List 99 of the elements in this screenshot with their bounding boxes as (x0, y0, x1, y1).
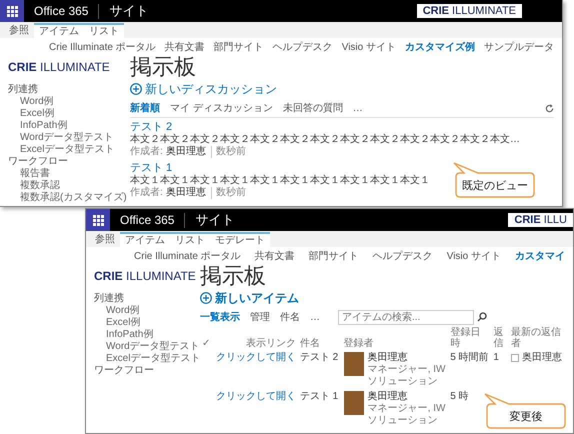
site-logo: CRIE ILLUMINATE (94, 269, 197, 283)
author-label: 作成者: (130, 187, 163, 199)
refresh-icon[interactable] (545, 104, 554, 112)
nav-link[interactable]: InfoPath例 (94, 329, 154, 341)
nav-link[interactable]: Excelデータ型テスト (8, 144, 114, 156)
post-body: 本文１本文１本文１本文１本文１本文１本文１本文１本文１本文１ (130, 175, 430, 186)
view-tab[interactable]: 新着順 (130, 101, 160, 115)
nav-link[interactable]: ヘルプデスク (372, 250, 433, 263)
new-item-label: 新しいアイテム (215, 291, 299, 305)
site-name: サイト (195, 211, 234, 229)
nav-link[interactable]: 報告書 (8, 168, 50, 180)
search-field[interactable]: アイテムの検索... (338, 310, 474, 324)
more-button[interactable]: … (310, 312, 320, 322)
author-name: 奥田理恵 (368, 352, 409, 364)
nav-link[interactable]: Word例 (8, 96, 54, 108)
nav-heading-link[interactable]: 列連携 (8, 84, 38, 96)
table-cell-text: テスト 2 (298, 351, 340, 365)
nav-heading-link[interactable]: ワークフロー (8, 156, 68, 168)
brand-logo: CRIE ILLU (508, 213, 573, 227)
author-label: 作成者: (130, 146, 163, 158)
author-name: 奥田理恵 (166, 146, 206, 158)
view-tab[interactable]: マイ ディスカッション (170, 101, 273, 115)
nav-heading-link[interactable]: ワークフロー (94, 365, 154, 377)
page-title: 掲示板 (200, 263, 267, 289)
nav-link[interactable]: 複数承認(カスタマイズ) (8, 192, 127, 204)
table-cell-text: テスト 1 (298, 390, 340, 404)
column-header[interactable]: 登録者 (342, 327, 448, 350)
author-role: マネージャー, IWソリューション (368, 403, 446, 427)
view-tab[interactable]: 未回答の質問 (282, 101, 343, 115)
view-tab[interactable]: 一覧表示 (200, 310, 240, 324)
nav-link[interactable]: 共有文書 (254, 250, 295, 263)
table-cell: 5 時間前 (450, 352, 489, 363)
ribbon-tab[interactable]: 参照 (90, 233, 120, 247)
ribbon-tab[interactable]: リスト (84, 23, 124, 38)
column-header[interactable]: ✓ (200, 327, 214, 350)
app-launcher-button[interactable] (0, 0, 24, 22)
table-cell: 1 (493, 352, 499, 363)
brand-logo: CRIE ILLUMINATE (416, 4, 522, 18)
callout-label: 既定のビュー (452, 162, 536, 198)
post-time: 数秒前 (210, 146, 246, 158)
app-name: Office 365 (120, 213, 174, 227)
open-link[interactable]: クリックして開く (216, 352, 296, 363)
column-header[interactable]: 表示リンク (214, 327, 298, 350)
ribbon-tab[interactable]: アイテム (120, 232, 170, 247)
nav-link[interactable]: Excel例 (8, 108, 54, 120)
ribbon-tab[interactable]: リスト (170, 232, 210, 247)
nav-link[interactable]: Word例 (94, 305, 140, 317)
post-time: 数秒前 (210, 187, 246, 199)
nav-link[interactable]: 部門サイト (214, 41, 264, 54)
more-button[interactable]: … (352, 102, 363, 114)
app-name: Office 365 (34, 4, 88, 18)
nav-link[interactable]: Excel例 (94, 317, 140, 329)
nav-link[interactable]: Wordデータ型テスト (94, 341, 200, 353)
nav-link[interactable]: 共有文書 (164, 41, 205, 54)
nav-link[interactable]: Crie Illuminate ポータル (134, 250, 241, 263)
view-tab[interactable]: 件名 (280, 310, 300, 324)
nav-link[interactable]: 部門サイト (308, 250, 359, 263)
column-header[interactable]: 件名 (298, 327, 342, 350)
callout-label: 変更後 (483, 393, 567, 429)
nav-link[interactable]: サンプルデータ (484, 41, 554, 54)
nav-link[interactable]: Visio サイト (446, 250, 501, 263)
nav-link[interactable]: Wordデータ型テスト (8, 132, 114, 144)
grid-icon (6, 6, 18, 16)
nav-link[interactable]: 複数承認 (8, 180, 60, 192)
site-logo: CRIE ILLUMINATE (8, 60, 111, 74)
nav-link[interactable]: Crie Illuminate ポータル (49, 41, 156, 54)
table-cell: 5 時 (450, 391, 469, 402)
column-header[interactable]: 最新の返信者 (509, 327, 565, 350)
plus-circle-icon (200, 292, 212, 304)
author-name: 奥田理恵 (166, 187, 206, 199)
column-header[interactable]: 登録日時 (448, 327, 492, 350)
nav-link[interactable]: InfoPath例 (8, 120, 68, 132)
author-name: 奥田理恵 (368, 391, 409, 403)
column-header[interactable]: 返信 (491, 327, 510, 350)
nav-link[interactable]: カスタマイ (515, 250, 565, 263)
avatar-placeholder (344, 352, 364, 376)
nav-link[interactable]: ヘルプデスク (272, 41, 333, 54)
post-body: 本文２本文２本文２本文２本文２本文２本文２本文２本文２本文２本文２本文２本文… (130, 134, 520, 146)
post-title-link[interactable]: テスト 2 (130, 121, 554, 134)
new-item-link[interactable]: 新しいアイテム (200, 291, 299, 305)
ribbon-tab[interactable]: モデレート (210, 232, 270, 247)
nav-link[interactable]: カスタマイズ例 (405, 41, 475, 54)
nav-link[interactable]: Excelデータ型テスト (94, 353, 200, 365)
ribbon-tab[interactable]: アイテム (34, 23, 84, 38)
ribbon-tab[interactable]: 参照 (4, 24, 34, 38)
view-tab[interactable]: 管理 (250, 310, 270, 324)
app-launcher-button[interactable] (86, 209, 110, 231)
open-link[interactable]: クリックして開く (216, 391, 296, 402)
avatar-placeholder (344, 391, 364, 415)
replier-name: 奥田理恵 (522, 352, 562, 364)
presence-icon (511, 354, 520, 362)
author-role: マネージャー, IWソリューション (368, 364, 446, 388)
page-title: 掲示板 (130, 54, 197, 80)
nav-link[interactable]: Visio サイト (342, 41, 396, 54)
site-name: サイト (109, 2, 148, 20)
grid-icon (92, 214, 104, 226)
nav-heading-link[interactable]: 列連携 (94, 293, 124, 305)
plus-circle-icon (130, 83, 142, 95)
search-icon (477, 312, 487, 322)
